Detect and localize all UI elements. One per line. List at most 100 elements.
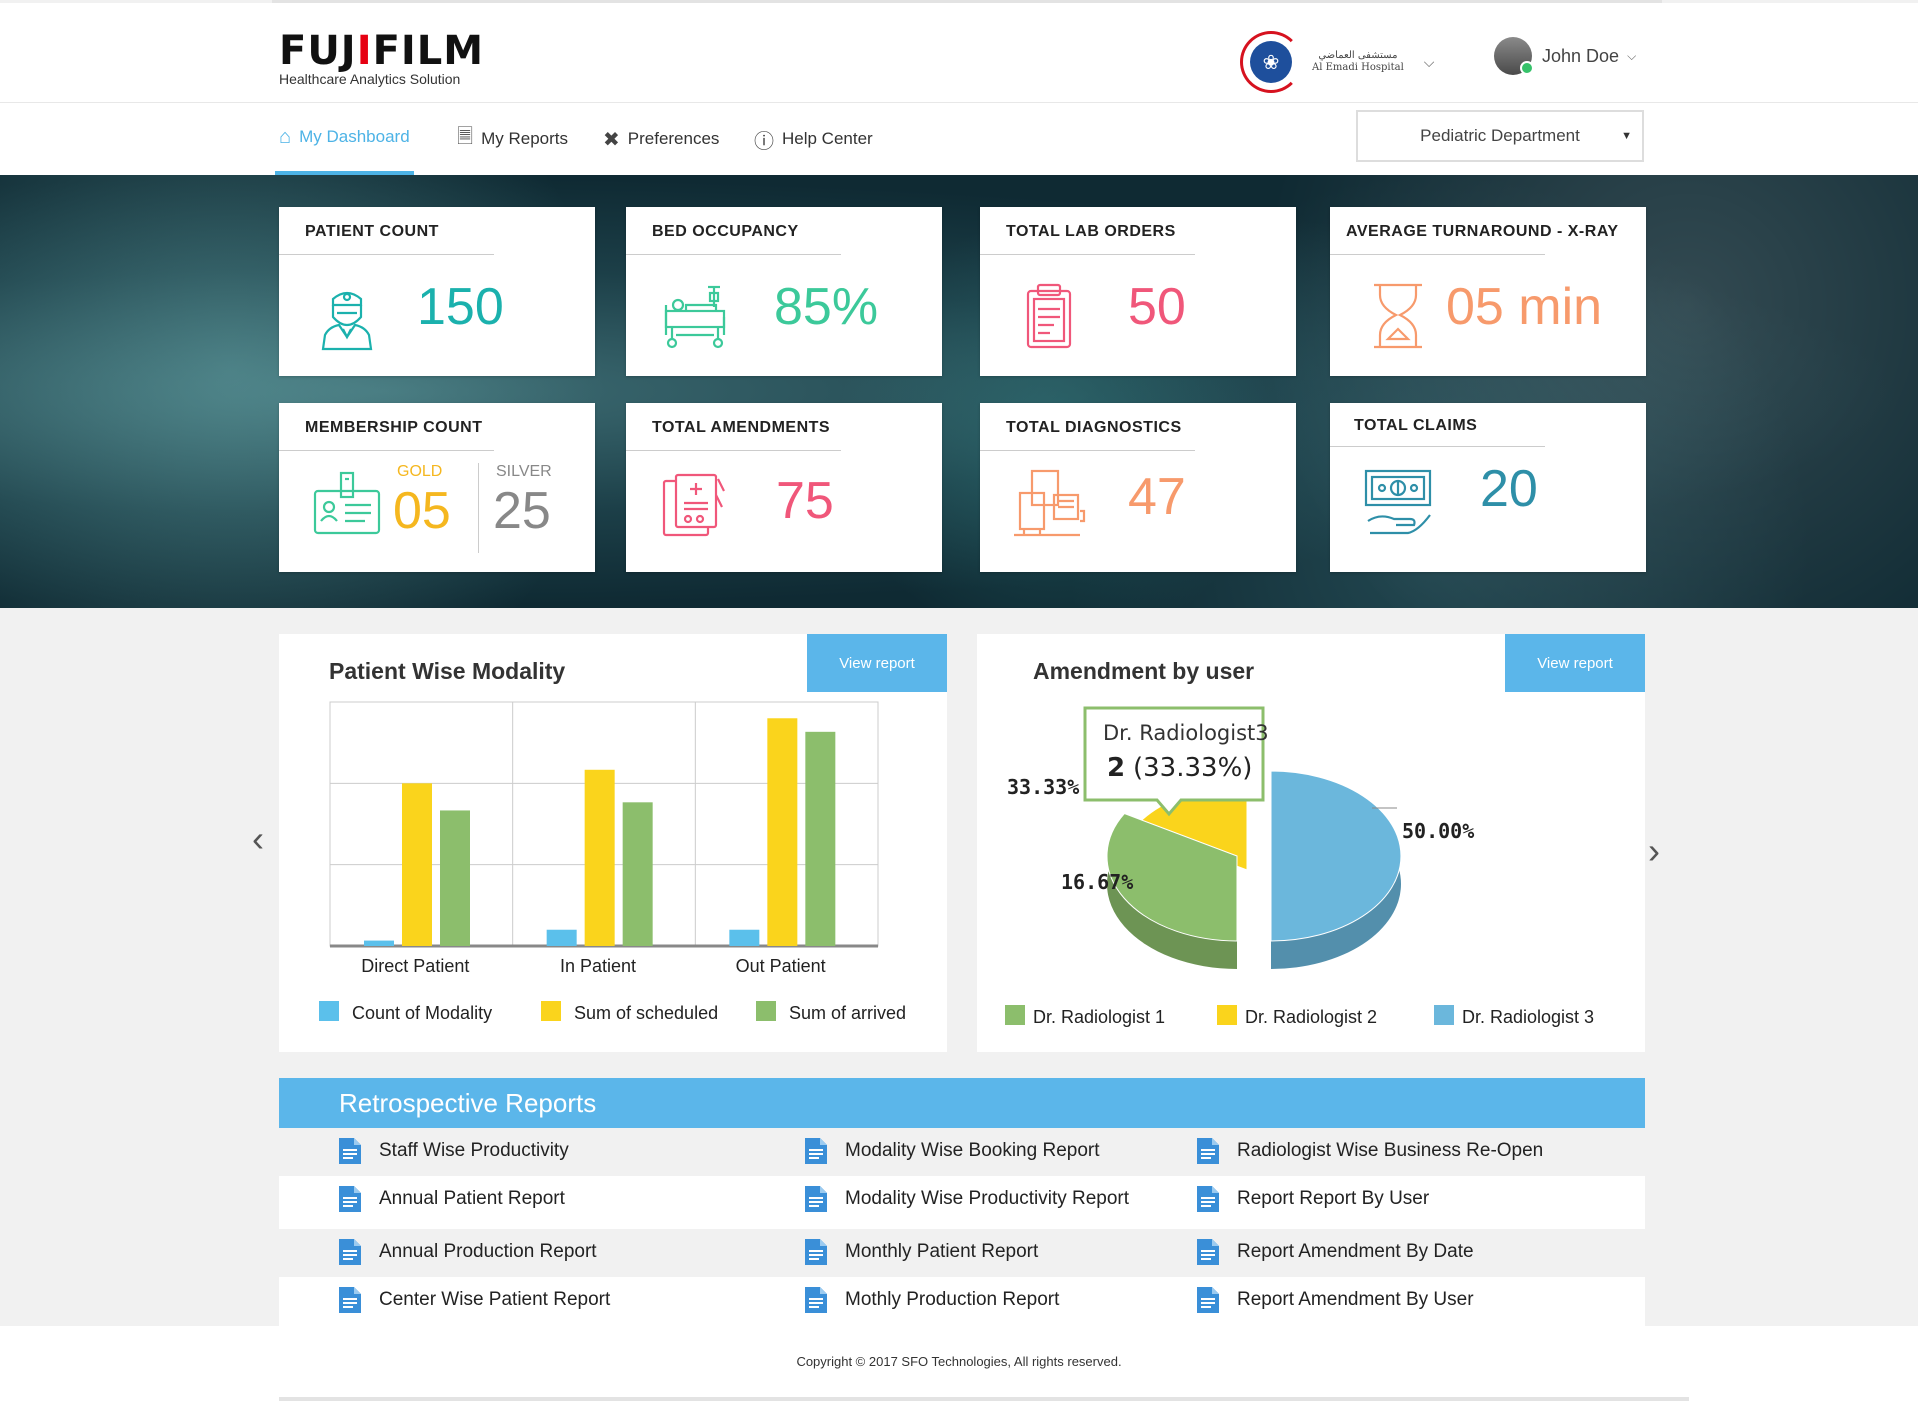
pie-data-label: 50.00%: [1402, 819, 1474, 843]
report-link[interactable]: Annual Patient Report: [339, 1186, 565, 1212]
report-link[interactable]: Report Report By User: [1197, 1186, 1429, 1212]
report-label: Annual Patient Report: [379, 1188, 565, 1209]
report-link[interactable]: Mothly Production Report: [805, 1287, 1059, 1313]
report-link[interactable]: Radiologist Wise Business Re-Open: [1197, 1138, 1543, 1164]
legend-label: Dr. Radiologist 1: [1033, 1007, 1165, 1027]
stat-value: 05 min: [1446, 278, 1603, 336]
chevron-left-icon[interactable]: ‹: [252, 818, 264, 860]
id-card-icon: [313, 471, 381, 535]
hospital-selector[interactable]: ❀ مستشفى العماضي Al Emadi Hospital ⌵: [1240, 31, 1434, 93]
card-title: TOTAL CLAIMS: [1354, 417, 1478, 434]
bar-count-of-modality: [546, 929, 577, 946]
retrospective-reports-header: Retrospective Reports: [279, 1078, 1645, 1128]
chevron-right-icon[interactable]: ›: [1648, 830, 1660, 872]
document-icon: [1197, 1138, 1219, 1164]
report-label: Modality Wise Productivity Report: [845, 1188, 1130, 1209]
report-link[interactable]: Center Wise Patient Report: [339, 1287, 610, 1313]
pie-data-label: 16.67%: [1061, 870, 1133, 894]
hospital-logo-icon: ❀: [1240, 31, 1302, 93]
stat-card-total-lab-orders[interactable]: TOTAL LAB ORDERS 50: [980, 207, 1296, 376]
tab-label: My Reports: [481, 129, 569, 148]
department-select[interactable]: Pediatric Department ▼: [1356, 110, 1644, 162]
stat-card-total-amendments[interactable]: TOTAL AMENDMENTS 75: [626, 403, 942, 572]
brand-tagline: Healthcare Analytics Solution: [279, 71, 461, 87]
chevron-down-icon: ⌵: [1627, 48, 1637, 63]
stat-card-bed-occupancy[interactable]: BED OCCUPANCY 85%: [626, 207, 942, 376]
card-title: AVERAGE TURNAROUND - X-RAY: [1346, 223, 1619, 240]
footer-border: [279, 1397, 1689, 1401]
report-link[interactable]: Modality Wise Productivity Report: [805, 1186, 1129, 1212]
app-header: FUJIFILM Healthcare Analytics Solution ❀…: [0, 3, 1918, 103]
tab-label: My Dashboard: [299, 127, 410, 146]
silver-label: SILVER: [496, 463, 552, 480]
report-label: Modality Wise Booking Report: [845, 1140, 1100, 1161]
tab-my-reports[interactable]: 🗏 My Reports: [457, 103, 568, 175]
tooltip-percent: (33.33%): [1133, 753, 1252, 783]
dropdown-caret-icon: ▼: [1621, 130, 1632, 142]
prescription-icon: [662, 473, 725, 537]
footer: Copyright © 2017 SFO Technologies, All r…: [0, 1326, 1918, 1401]
stat-card-total-claims[interactable]: TOTAL CLAIMS 20: [1330, 403, 1646, 572]
card-title: MEMBERSHIP COUNT: [305, 419, 483, 436]
money-hand-icon: [1364, 469, 1432, 535]
report-link[interactable]: Modality Wise Booking Report: [805, 1138, 1100, 1164]
bar-count-of-modality: [729, 929, 760, 946]
bar-sum-of-scheduled: [767, 718, 798, 946]
report-label: Report Amendment By User: [1237, 1289, 1474, 1310]
x-tick-label: Out Patient: [736, 956, 826, 976]
panel-amendment-by-user: Amendment by user View report 33.33% 16.6…: [977, 634, 1645, 1052]
tab-my-dashboard[interactable]: ⌂ My Dashboard: [275, 103, 414, 175]
stat-card-patient-count[interactable]: PATIENT COUNT 150: [279, 207, 595, 376]
card-divider: [626, 254, 841, 255]
hospital-name: مستشفى العماضي Al Emadi Hospital: [1312, 50, 1404, 73]
doctor-icon: [321, 291, 373, 351]
report-label: Radiologist Wise Business Re-Open: [1237, 1140, 1544, 1161]
report-link[interactable]: Report Amendment By User: [1197, 1287, 1474, 1313]
user-menu[interactable]: John Doe ⌵: [1494, 37, 1636, 75]
report-link[interactable]: Annual Production Report: [339, 1239, 597, 1265]
legend-label: Sum of arrived: [789, 1003, 906, 1023]
tab-preferences[interactable]: ✖ Preferences: [603, 103, 719, 175]
card-title: TOTAL LAB ORDERS: [1006, 223, 1176, 240]
gold-value: 05: [393, 482, 451, 540]
avatar: [1494, 37, 1534, 75]
document-icon: [339, 1287, 361, 1313]
gold-label: GOLD: [397, 463, 443, 480]
department-value: Pediatric Department: [1420, 126, 1580, 145]
document-icon: [339, 1239, 361, 1265]
report-label: Report Report By User: [1237, 1188, 1430, 1209]
report-label: Mothly Production Report: [845, 1289, 1060, 1310]
clipboard-icon: [1026, 283, 1072, 349]
card-divider: [279, 254, 494, 255]
bar-count-of-modality: [364, 940, 394, 946]
document-icon: [339, 1186, 361, 1212]
document-icon: [1197, 1287, 1219, 1313]
copyright-text: Copyright © 2017 SFO Technologies, All r…: [796, 1354, 1122, 1369]
tooltip-count: 2: [1107, 753, 1125, 783]
home-icon: ⌂: [279, 125, 292, 148]
legend-label: Count of Modality: [352, 1003, 492, 1023]
card-divider: [980, 254, 1195, 255]
card-divider: [1330, 254, 1545, 255]
stat-value: 50: [1128, 278, 1186, 336]
fujifilm-logo[interactable]: FUJIFILM Healthcare Analytics Solution: [279, 31, 484, 87]
document-icon: [1197, 1186, 1219, 1212]
report-link[interactable]: Monthly Patient Report: [805, 1239, 1038, 1265]
hourglass-icon: [1374, 283, 1422, 349]
report-label: Monthly Patient Report: [845, 1241, 1039, 1262]
stat-card-membership-count[interactable]: MEMBERSHIP COUNT GOLD 05 SILVER 25: [279, 403, 595, 572]
hospital-bed-icon: [664, 285, 726, 349]
tab-help-center[interactable]: ⓘ Help Center: [754, 103, 873, 175]
stat-value: 85%: [774, 278, 879, 336]
card-divider: [626, 450, 841, 451]
stat-card-average-turnaround[interactable]: AVERAGE TURNAROUND - X-RAY 05 min: [1330, 207, 1646, 376]
report-link[interactable]: Staff Wise Productivity: [339, 1138, 569, 1164]
legend-swatch: [1005, 1005, 1025, 1025]
stat-value: 150: [417, 278, 504, 336]
report-link[interactable]: Report Amendment By Date: [1197, 1239, 1474, 1265]
card-divider: [279, 450, 494, 451]
bar-sum-of-arrived: [622, 802, 653, 946]
stat-card-total-diagnostics[interactable]: TOTAL DIAGNOSTICS 47: [980, 403, 1296, 572]
document-icon: [805, 1239, 827, 1265]
x-tick-label: Direct Patient: [361, 956, 469, 976]
